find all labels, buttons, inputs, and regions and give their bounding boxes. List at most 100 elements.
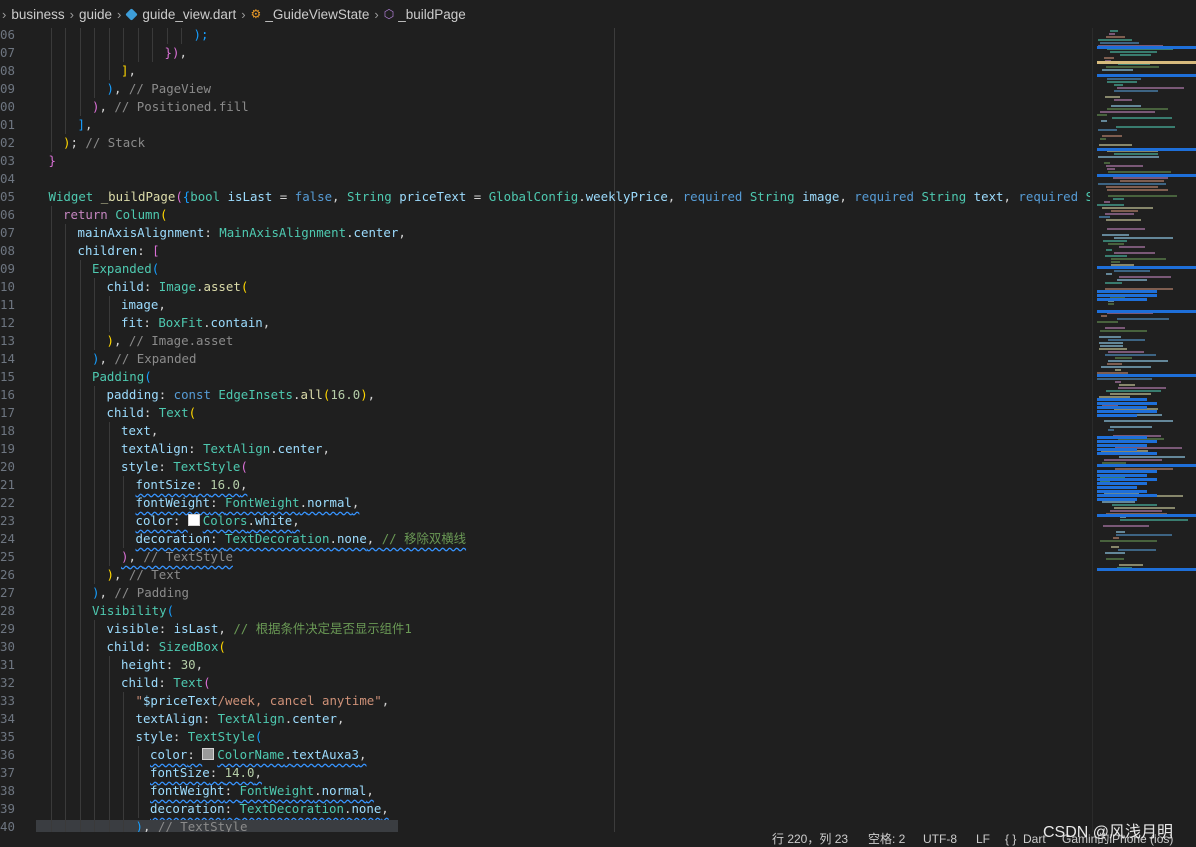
code-token: textAlign — [135, 711, 203, 726]
code-line[interactable]: 01], — [0, 116, 1090, 134]
code-line[interactable]: 31 height: 30, — [0, 656, 1090, 674]
minimap-line — [1106, 165, 1143, 167]
code-line[interactable]: 38 fontWeight: FontWeight.normal, — [0, 782, 1090, 800]
color-swatch-icon[interactable] — [187, 514, 200, 526]
code-token: TextDecoration — [225, 531, 330, 546]
code-line[interactable]: 08], — [0, 62, 1090, 80]
breadcrumb-item-method[interactable]: _buildPage — [398, 7, 466, 22]
code-token: TextAlign — [203, 441, 271, 456]
code-line[interactable]: 00), // Positioned.fill — [0, 98, 1090, 116]
code-line[interactable]: 06); — [0, 28, 1090, 44]
code-line[interactable]: 30 child: SizedBox( — [0, 638, 1090, 656]
code-line[interactable]: 18 text, — [0, 422, 1090, 440]
code-line[interactable]: 25), // TextStyle — [0, 548, 1090, 566]
line-number: 21 — [0, 477, 15, 492]
line-number: 33 — [0, 693, 15, 708]
code-token: // Text — [128, 567, 182, 582]
code-line[interactable]: 14), // Expanded — [0, 350, 1090, 368]
status-encoding[interactable]: UTF-8 — [923, 832, 957, 847]
code-line[interactable]: 07}), — [0, 44, 1090, 62]
code-line[interactable]: 19 textAlign: TextAlign.center, — [0, 440, 1090, 458]
code-content: visible: isLast, // 根据条件决定是否显示组件1 — [107, 620, 412, 638]
code-content: child: SizedBox( — [107, 638, 226, 656]
code-token: ( — [188, 405, 197, 420]
code-token: } — [164, 45, 172, 60]
status-braces-icon[interactable]: { } — [1005, 832, 1016, 847]
code-content: ), // PageView — [107, 80, 211, 98]
code-line[interactable]: 27), // Padding — [0, 584, 1090, 602]
indent-guide — [79, 710, 81, 728]
code-line[interactable]: 15 Padding( — [0, 368, 1090, 386]
code-line[interactable]: 36 color: ColorName.textAuxa3, — [0, 746, 1090, 764]
minimap-line — [1097, 378, 1152, 380]
code-line[interactable]: 03} — [0, 152, 1090, 170]
code-line[interactable]: 29 visible: isLast, // 根据条件决定是否显示组件1 — [0, 620, 1090, 638]
code-line[interactable]: 12 fit: BoxFit.contain, — [0, 314, 1090, 332]
code-line[interactable]: 24 decoration: TextDecoration.none, // 移除… — [0, 530, 1090, 548]
code-line[interactable]: 28 Visibility( — [0, 602, 1090, 620]
status-cursor-position[interactable]: 行 220，列 23 — [772, 832, 848, 847]
indent-guide — [108, 440, 110, 458]
indent-guide — [108, 512, 110, 530]
status-eol[interactable]: LF — [976, 832, 990, 847]
status-indentation[interactable]: 空格: 2 — [868, 832, 905, 847]
minimap-line — [1101, 366, 1151, 368]
code-line[interactable]: 22 fontWeight: FontWeight.normal, — [0, 494, 1090, 512]
minimap-line — [1104, 459, 1162, 461]
indent-guide — [50, 116, 52, 134]
breadcrumb-item-business[interactable]: business — [11, 7, 64, 22]
code-line[interactable]: 04 — [0, 170, 1090, 188]
indent-guide — [152, 28, 153, 44]
code-token: , — [398, 225, 406, 240]
code-content: fontWeight: FontWeight.normal, — [150, 782, 374, 800]
indent-guide — [152, 44, 153, 62]
code-line[interactable]: 13), // Image.asset — [0, 332, 1090, 350]
code-line[interactable]: 10 child: Image.asset( — [0, 278, 1090, 296]
code-line[interactable]: 34 textAlign: TextAlign.center, — [0, 710, 1090, 728]
indent-guide — [79, 764, 81, 782]
code-line[interactable]: 37 fontSize: 14.0, — [0, 764, 1090, 782]
code-line[interactable]: 23 color: Colors.white, — [0, 512, 1090, 530]
breadcrumb-item-class[interactable]: _GuideViewState — [265, 7, 369, 22]
code-line[interactable]: 20 style: TextStyle( — [0, 458, 1090, 476]
code-line[interactable]: 07 mainAxisAlignment: MainAxisAlignment.c… — [0, 224, 1090, 242]
code-token: : — [202, 711, 218, 726]
code-token: : — [209, 765, 225, 780]
minimap-selection-highlight — [1097, 402, 1157, 405]
code-editor[interactable]: 06); 07}), 08], 09), // PageView 00), // Pos… — [0, 28, 1090, 832]
indent-guide — [50, 260, 52, 278]
code-token: : — [158, 675, 174, 690]
code-token: contain — [210, 315, 263, 330]
code-line[interactable]: 09), // PageView — [0, 80, 1090, 98]
code-token: color — [150, 747, 188, 762]
minimap-line — [1110, 51, 1157, 53]
color-swatch-icon[interactable] — [202, 748, 215, 760]
minimap[interactable] — [1092, 28, 1196, 832]
minimap-selection-highlight — [1097, 290, 1157, 293]
code-line[interactable]: 32 child: Text( — [0, 674, 1090, 692]
code-line[interactable]: 11 image, — [0, 296, 1090, 314]
code-token: ( — [240, 279, 249, 294]
indent-guide — [79, 28, 81, 44]
code-line[interactable]: 05 Widget _buildPage({bool isLast = false… — [0, 188, 1090, 206]
code-token: none — [336, 531, 367, 546]
code-line[interactable]: 17 child: Text( — [0, 404, 1090, 422]
code-line[interactable]: 21 fontSize: 16.0, — [0, 476, 1090, 494]
code-line[interactable]: 39 decoration: TextDecoration.none, — [0, 800, 1090, 818]
code-line[interactable]: 02); // Stack — [0, 134, 1090, 152]
code-line[interactable]: 06 return Column( — [0, 206, 1090, 224]
code-line[interactable]: 09 Expanded( — [0, 260, 1090, 278]
code-content: decoration: TextDecoration.none, — [150, 800, 389, 818]
code-line[interactable]: 33 "$priceText/week, cancel anytime", — [0, 692, 1090, 710]
code-line[interactable]: 40), // TextStyle — [0, 818, 1090, 832]
code-line[interactable]: 35 style: TextStyle( — [0, 728, 1090, 746]
indent-guide — [65, 368, 66, 386]
breadcrumb-item-file[interactable]: guide_view.dart — [142, 7, 236, 22]
code-token: . — [203, 315, 211, 330]
code-token: , — [128, 63, 136, 78]
breadcrumb-item-guide[interactable]: guide — [79, 7, 112, 22]
code-line[interactable]: 16 padding: const EdgeInsets.all(16.0), — [0, 386, 1090, 404]
indent-guide — [79, 512, 81, 530]
code-line[interactable]: 26), // Text — [0, 566, 1090, 584]
code-line[interactable]: 08 children: [ — [0, 242, 1090, 260]
